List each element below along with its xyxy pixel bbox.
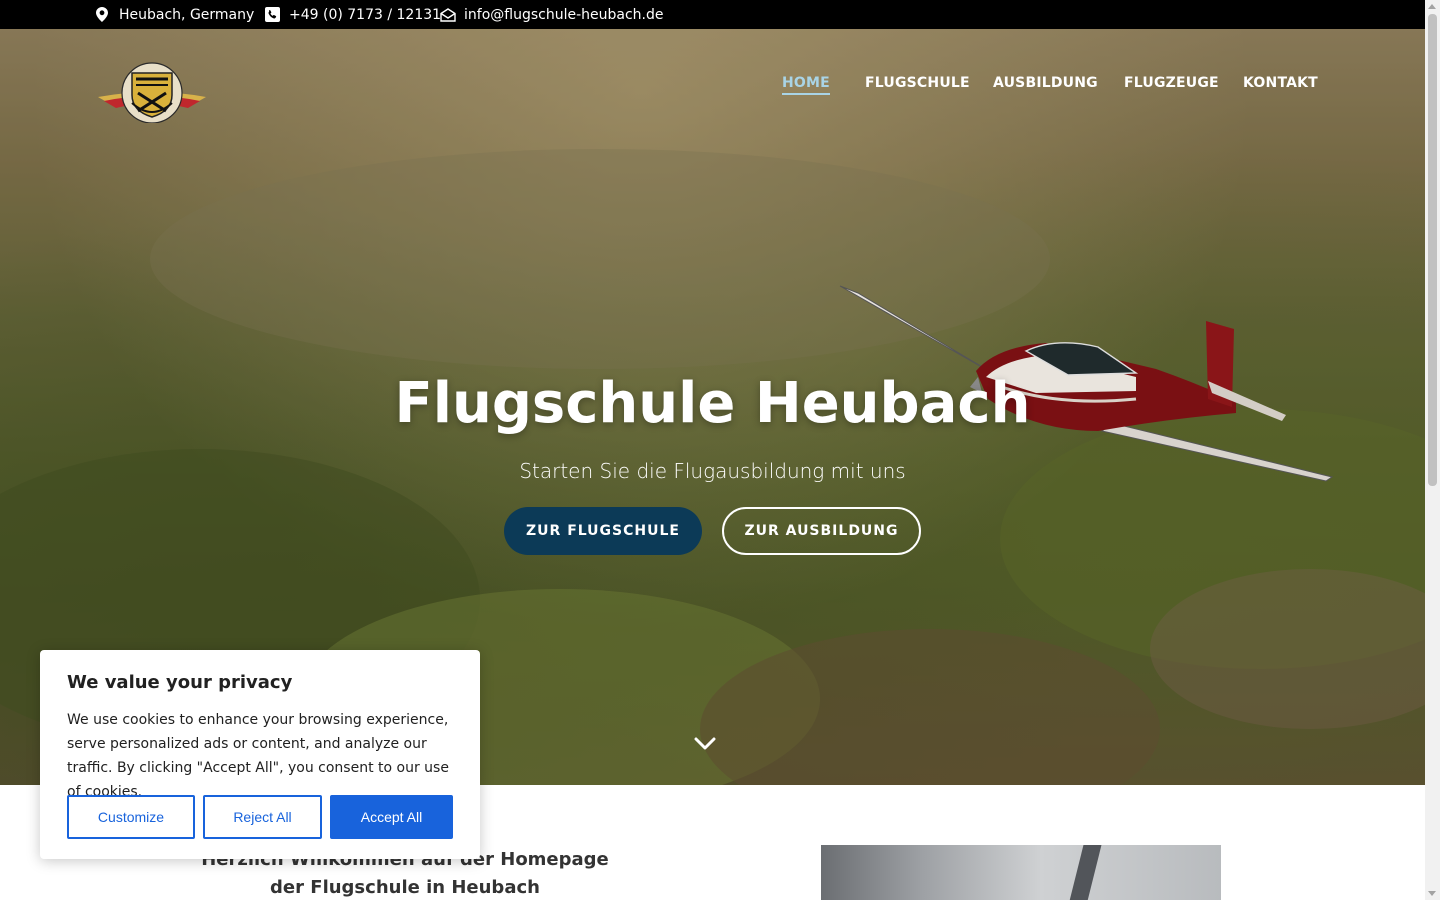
nav-ausbildung[interactable]: AUSBILDUNG [993, 75, 1098, 95]
envelope-icon [440, 7, 456, 22]
photo-strut [1068, 845, 1102, 900]
site-logo[interactable] [96, 47, 208, 124]
welcome-line-2: der Flugschule in Heubach [270, 877, 540, 898]
logo-emblem-icon [98, 62, 206, 124]
top-contact-bar: Heubach, Germany +49 (0) 7173 / 12131 in… [0, 0, 1425, 29]
scroll-down-arrow-icon[interactable] [1428, 891, 1436, 896]
customize-button[interactable]: Customize [67, 795, 195, 839]
hero-title: Flugschule Heubach [394, 371, 1031, 436]
phone-text[interactable]: +49 (0) 7173 / 12131 [289, 7, 441, 23]
nav-kontakt[interactable]: KONTAKT [1243, 75, 1318, 95]
cookie-text: We use cookies to enhance your browsing … [67, 712, 449, 800]
location-item: Heubach, Germany [96, 0, 254, 29]
accept-all-button[interactable]: Accept All [330, 795, 453, 839]
aircraft-photo [821, 845, 1221, 900]
cookie-consent-banner: We value your privacy We use cookies to … [40, 650, 480, 859]
chevron-down-icon[interactable] [694, 737, 716, 751]
zur-ausbildung-button[interactable]: ZUR AUSBILDUNG [722, 507, 921, 555]
nav-flugschule[interactable]: FLUGSCHULE [865, 75, 970, 95]
nav-flugzeuge[interactable]: FLUGZEUGE [1124, 75, 1219, 95]
email-text[interactable]: info@flugschule-heubach.de [464, 7, 663, 23]
phone-item[interactable]: +49 (0) 7173 / 12131 [265, 0, 441, 29]
page-scrollbar[interactable] [1425, 0, 1440, 900]
location-text: Heubach, Germany [119, 6, 255, 23]
hero-subtitle: Starten Sie die Flugausbildung mit uns [519, 459, 906, 483]
email-item[interactable]: info@flugschule-heubach.de [440, 0, 663, 29]
zur-flugschule-button[interactable]: ZUR FLUGSCHULE [504, 507, 702, 555]
phone-icon [265, 7, 280, 22]
scroll-up-arrow-icon[interactable] [1428, 4, 1436, 9]
scrollbar-thumb[interactable] [1428, 14, 1437, 486]
map-pin-icon [96, 7, 108, 22]
reject-all-button[interactable]: Reject All [203, 795, 322, 839]
cookie-title: We value your privacy [67, 672, 293, 693]
nav-home[interactable]: HOME [782, 75, 830, 95]
